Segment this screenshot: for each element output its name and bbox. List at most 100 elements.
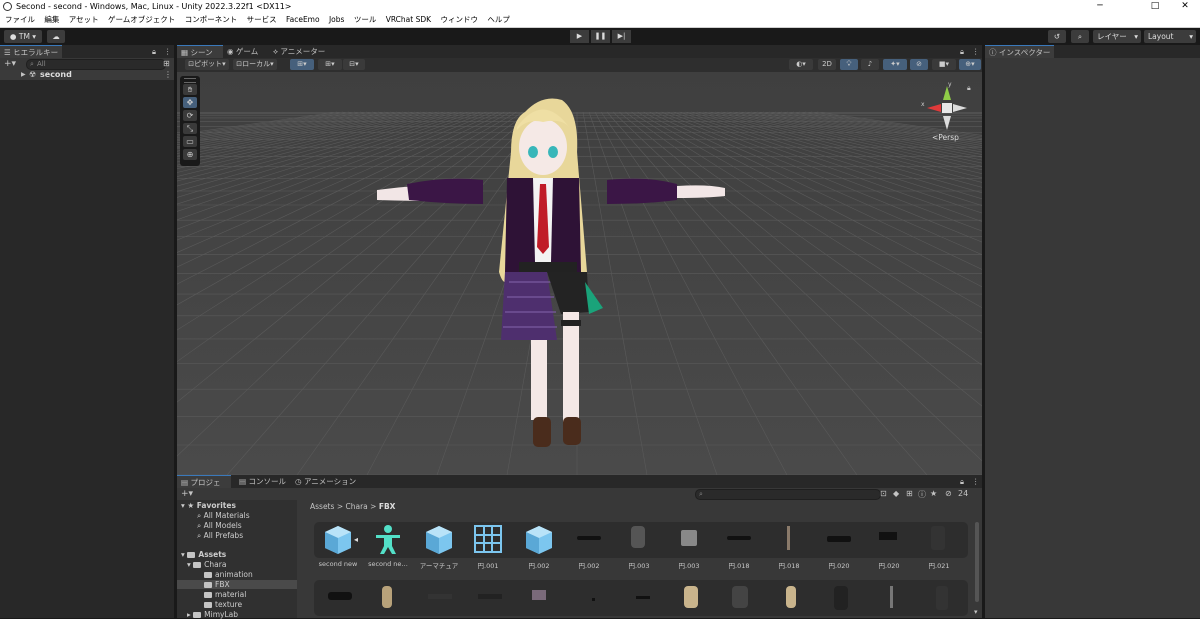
menu-services[interactable]: サービス	[247, 13, 277, 27]
more-options-icon[interactable]: ⋮	[972, 45, 980, 58]
more-options-icon[interactable]: ⋮	[164, 45, 172, 58]
mode-2d-button[interactable]: 2D	[818, 59, 836, 70]
folder-texture[interactable]: texture	[204, 600, 242, 609]
info-icon[interactable]: ⓘ	[918, 489, 926, 500]
close-button[interactable]: ✕	[1170, 0, 1200, 13]
project-scrollbar[interactable]	[975, 522, 979, 602]
account-button[interactable]: ● TM ▾	[4, 30, 42, 43]
mesh-preview-icon[interactable]	[478, 594, 502, 599]
rotate-tool-icon[interactable]: ⟳	[183, 110, 197, 121]
save-search-icon[interactable]: ★	[930, 489, 937, 498]
lock-icon[interactable]: 🔒︎	[960, 45, 964, 58]
move-tool-icon[interactable]: ✥	[183, 97, 197, 108]
asset-item[interactable]: 円.018	[715, 522, 763, 570]
asset-item[interactable]: 円.002	[565, 522, 613, 570]
effects-toggle-icon[interactable]: ✦▾	[883, 59, 907, 70]
snap-increment-button[interactable]: ⊞▾	[318, 59, 342, 70]
layout-dropdown[interactable]: Layout ▾	[1144, 30, 1196, 43]
more-options-icon[interactable]: ⋮	[164, 70, 172, 80]
asset-item[interactable]: 円.020	[815, 522, 863, 570]
mesh-preview-icon[interactable]	[786, 586, 796, 608]
menu-jobs[interactable]: Jobs	[329, 13, 344, 27]
menu-component[interactable]: コンポーネント	[185, 13, 238, 27]
projection-toggle[interactable]: <Persp	[932, 133, 959, 142]
scroll-down-icon[interactable]: ▾	[974, 608, 978, 616]
menu-tools[interactable]: ツール	[354, 13, 377, 27]
favorite-all-prefabs[interactable]: ⌕ All Prefabs	[197, 531, 243, 541]
mesh-preview-icon[interactable]	[532, 590, 546, 600]
maximize-button[interactable]: □	[1140, 0, 1170, 13]
tab-project[interactable]: ▤ プロジェクト	[177, 475, 231, 500]
asset-item[interactable]: 円.018	[765, 522, 813, 570]
tab-hierarchy[interactable]: ☰ ヒエラルキー	[0, 45, 63, 58]
minimize-button[interactable]: ─	[1085, 0, 1115, 13]
search-by-label-icon[interactable]: ◆	[893, 489, 899, 498]
favorite-all-models[interactable]: ⌕ All Models	[197, 521, 242, 531]
mesh-preview-icon[interactable]	[382, 586, 392, 608]
project-search-input[interactable]: ⌕	[695, 489, 881, 500]
tab-inspector[interactable]: ⓘ インスペクター	[985, 45, 1055, 58]
asset-item[interactable]: アーマチュア	[415, 522, 463, 570]
shading-mode-button[interactable]: ◐▾	[789, 59, 813, 70]
asset-item[interactable]: second ne…	[364, 522, 412, 568]
pause-button[interactable]: ❚❚	[591, 30, 610, 43]
search-by-importer-icon[interactable]: ⊞	[906, 489, 913, 498]
tab-game[interactable]: ◉ ゲーム	[223, 45, 262, 58]
transform-tool-icon[interactable]: ⊕	[183, 149, 197, 160]
audio-toggle-icon[interactable]: ♪	[861, 59, 879, 70]
menu-help[interactable]: ヘルプ	[487, 13, 510, 27]
lighting-toggle-icon[interactable]: 💡︎	[840, 59, 858, 70]
breadcrumb-assets[interactable]: Assets	[310, 502, 334, 511]
asset-item[interactable]: 円.001	[464, 522, 512, 570]
layers-dropdown[interactable]: レイヤー ▾	[1093, 30, 1141, 43]
project-add-button[interactable]: +▾	[181, 489, 193, 499]
asset-item[interactable]: 円.003	[665, 522, 713, 570]
drag-handle[interactable]	[184, 78, 196, 83]
menu-vrchat-sdk[interactable]: VRChat SDK	[386, 13, 431, 27]
breadcrumb-chara[interactable]: Chara	[346, 502, 368, 511]
hierarchy-row-second[interactable]: ▶ ☢ second ⋮	[0, 70, 174, 80]
rect-tool-icon[interactable]: ▭	[183, 136, 197, 147]
asset-item[interactable]: 円.020	[865, 522, 913, 570]
hierarchy-search-input[interactable]: ⌕ All	[26, 59, 166, 70]
folder-material[interactable]: material	[204, 590, 246, 599]
favorites-header[interactable]: ▾ ★ Favorites	[181, 501, 236, 510]
search-filter-icon[interactable]: ⊞	[163, 59, 170, 68]
lock-icon[interactable]: 🔒︎	[152, 45, 156, 58]
mesh-preview-icon[interactable]	[328, 592, 352, 600]
avatar-model[interactable]	[177, 72, 982, 475]
hidden-packages-icon[interactable]: ⊘	[945, 489, 952, 498]
grid-snap-button[interactable]: ⊞▾	[290, 59, 314, 70]
tab-animation[interactable]: ◷ アニメーション	[291, 475, 360, 488]
play-button[interactable]: ▶	[570, 30, 589, 43]
mesh-preview-icon[interactable]	[684, 586, 698, 608]
folder-fbx[interactable]: FBX	[177, 580, 297, 589]
camera-settings-icon[interactable]: ■▾	[932, 59, 956, 70]
lock-icon[interactable]: 🔒︎	[960, 475, 964, 488]
assets-root[interactable]: ▾ Assets	[181, 550, 226, 559]
more-options-icon[interactable]: ⋮	[972, 475, 980, 488]
expand-arrow-icon[interactable]: ▶	[21, 70, 26, 80]
breadcrumb-fbx[interactable]: FBX	[379, 502, 396, 511]
add-button[interactable]: +▾	[4, 58, 16, 70]
favorite-all-materials[interactable]: ⌕ All Materials	[197, 511, 250, 521]
menu-file[interactable]: ファイル	[5, 13, 35, 27]
history-icon[interactable]: ↺	[1048, 30, 1066, 43]
folder-animation[interactable]: animation	[204, 570, 253, 579]
expand-prefab-icon[interactable]: ◂	[354, 535, 358, 544]
tab-scene[interactable]: ▦ シーン	[177, 45, 223, 58]
menu-edit[interactable]: 編集	[44, 13, 59, 27]
gizmos-toggle-icon[interactable]: ⊕▾	[959, 59, 981, 70]
folder-chara[interactable]: ▾ Chara	[187, 560, 226, 569]
local-dropdown[interactable]: ⊡ローカル▾	[233, 59, 277, 70]
asset-item[interactable]: 円.021	[915, 522, 963, 570]
mesh-preview-icon[interactable]	[834, 586, 848, 610]
menu-window[interactable]: ウィンドウ	[440, 13, 478, 27]
mesh-preview-icon[interactable]	[592, 598, 595, 601]
tab-animator[interactable]: ⟡ アニメーター	[269, 45, 329, 58]
asset-item[interactable]: 円.002	[515, 522, 563, 570]
mesh-preview-icon[interactable]	[428, 594, 452, 599]
step-button[interactable]: ▶|	[612, 30, 631, 43]
snap-settings-button[interactable]: ⊟▾	[343, 59, 365, 70]
pivot-dropdown[interactable]: ⊡ピボット▾	[185, 59, 229, 70]
